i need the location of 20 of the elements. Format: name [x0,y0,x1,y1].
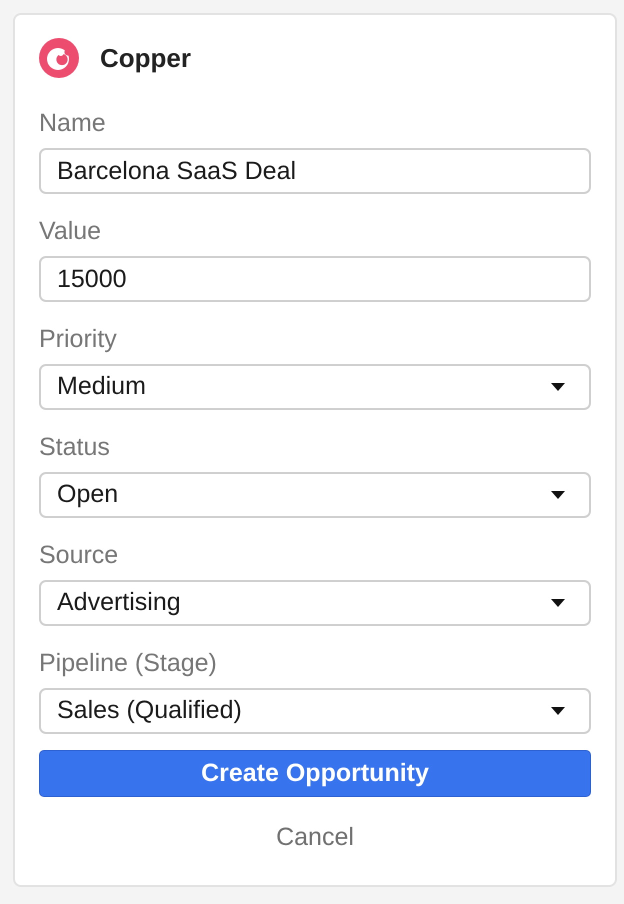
field-label: Value [39,216,102,246]
field-label: Pipeline (Stage) [39,648,218,678]
text-input[interactable]: Barcelona SaaS Deal [39,148,591,194]
field-label: Source [39,540,120,570]
cancel-button[interactable]: Cancel [272,821,358,853]
logo-icon [39,38,79,78]
dropdown-select[interactable]: Open [39,472,591,518]
caret-icon [551,383,565,391]
create-button[interactable]: Create Opportunity [39,750,591,797]
field-label: Status [39,432,111,462]
app-title: Copper [100,43,191,73]
text-input[interactable]: 15000 [39,256,591,302]
field-label: Name [39,108,107,138]
caret-icon [551,491,565,499]
field-label: Priority [39,324,118,354]
dropdown-select[interactable]: Medium [39,364,591,410]
dropdown-select[interactable]: Advertising [39,580,591,626]
caret-icon [551,599,565,607]
dropdown-select[interactable]: Sales (Qualified) [39,688,591,734]
caret-icon [551,707,565,715]
